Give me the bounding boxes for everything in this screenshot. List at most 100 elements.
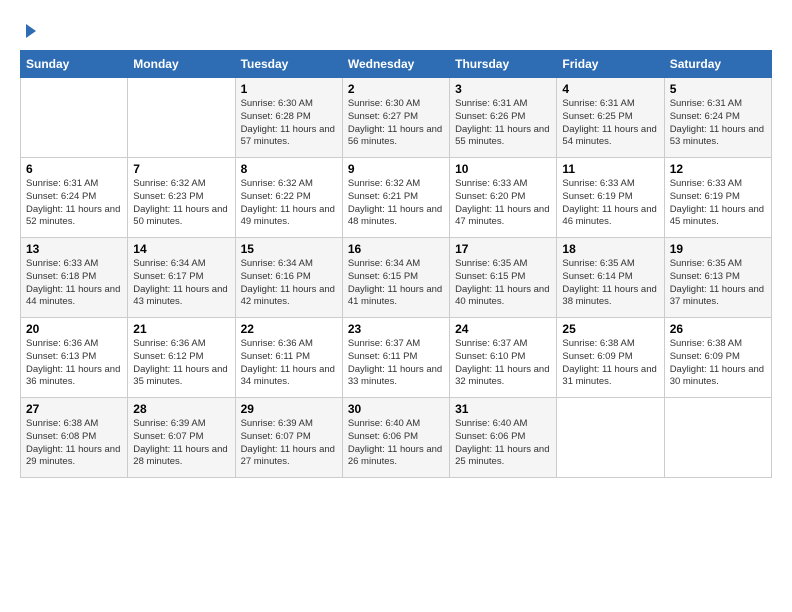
calendar-header-row: SundayMondayTuesdayWednesdayThursdayFrid…: [21, 51, 772, 78]
day-of-week-header: Wednesday: [342, 51, 449, 78]
day-number: 31: [455, 402, 551, 416]
calendar-cell: 25 Sunrise: 6:38 AMSunset: 6:09 PMDayligh…: [557, 318, 664, 398]
calendar-cell: 2 Sunrise: 6:30 AMSunset: 6:27 PMDaylight…: [342, 78, 449, 158]
calendar-cell: 24Sunrise: 6:37 AMSunset: 6:10 PMDayligh…: [450, 318, 557, 398]
day-number: 21: [133, 322, 229, 336]
day-number: 26: [670, 322, 766, 336]
calendar-week-row: 6 Sunrise: 6:31 AMSunset: 6:24 PMDaylight…: [21, 158, 772, 238]
day-of-week-header: Thursday: [450, 51, 557, 78]
day-number: 14: [133, 242, 229, 256]
calendar-cell: 18 Sunrise: 6:35 AMSunset: 6:14 PMDayligh…: [557, 238, 664, 318]
day-info: Sunrise: 6:38 AMSunset: 6:09 PMDaylight:…: [562, 338, 658, 389]
calendar-cell: 8Sunrise: 6:32 AMSunset: 6:22 PMDaylight…: [235, 158, 342, 238]
day-info: Sunrise: 6:33 AMSunset: 6:18 PMDaylight:…: [26, 258, 122, 309]
day-info: Sunrise: 6:31 AMSunset: 6:24 PMDaylight:…: [670, 98, 766, 149]
day-info: Sunrise: 6:35 AMSunset: 6:14 PMDaylight:…: [562, 258, 658, 309]
day-number: 7: [133, 162, 229, 176]
calendar-cell: 4Sunrise: 6:31 AMSunset: 6:25 PMDaylight…: [557, 78, 664, 158]
day-info: Sunrise: 6:33 AMSunset: 6:20 PMDaylight:…: [455, 178, 551, 229]
calendar-cell: 30Sunrise: 6:40 AMSunset: 6:06 PMDayligh…: [342, 398, 449, 478]
calendar-cell: 6 Sunrise: 6:31 AMSunset: 6:24 PMDaylight…: [21, 158, 128, 238]
logo: [20, 20, 40, 40]
calendar-cell: [557, 398, 664, 478]
day-number: 11: [562, 162, 658, 176]
calendar-cell: 21 Sunrise: 6:36 AMSunset: 6:12 PMDayligh…: [128, 318, 235, 398]
day-number: 6: [26, 162, 122, 176]
calendar-table: SundayMondayTuesdayWednesdayThursdayFrid…: [20, 50, 772, 478]
day-number: 16: [348, 242, 444, 256]
day-number: 23: [348, 322, 444, 336]
day-number: 9: [348, 162, 444, 176]
day-info: Sunrise: 6:30 AMSunset: 6:27 PMDaylight:…: [348, 98, 444, 149]
day-number: 13: [26, 242, 122, 256]
day-info: Sunrise: 6:30 AMSunset: 6:28 PMDaylight:…: [241, 98, 337, 149]
day-number: 5: [670, 82, 766, 96]
day-number: 22: [241, 322, 337, 336]
day-number: 15: [241, 242, 337, 256]
calendar-cell: 16 Sunrise: 6:34 AMSunset: 6:15 PMDayligh…: [342, 238, 449, 318]
day-info: Sunrise: 6:35 AMSunset: 6:15 PMDaylight:…: [455, 258, 551, 309]
day-info: Sunrise: 6:31 AMSunset: 6:26 PMDaylight:…: [455, 98, 551, 149]
calendar-cell: [664, 398, 771, 478]
day-number: 27: [26, 402, 122, 416]
day-info: Sunrise: 6:36 AMSunset: 6:13 PMDaylight:…: [26, 338, 122, 389]
day-number: 28: [133, 402, 229, 416]
calendar-cell: 28Sunrise: 6:39 AMSunset: 6:07 PMDayligh…: [128, 398, 235, 478]
calendar-week-row: 1 Sunrise: 6:30 AMSunset: 6:28 PMDaylight…: [21, 78, 772, 158]
day-info: Sunrise: 6:40 AMSunset: 6:06 PMDaylight:…: [348, 418, 444, 469]
day-number: 10: [455, 162, 551, 176]
day-number: 18: [562, 242, 658, 256]
day-info: Sunrise: 6:31 AMSunset: 6:24 PMDaylight:…: [26, 178, 122, 229]
day-info: Sunrise: 6:32 AMSunset: 6:22 PMDaylight:…: [241, 178, 337, 229]
day-number: 20: [26, 322, 122, 336]
calendar-cell: 5 Sunrise: 6:31 AMSunset: 6:24 PMDaylight…: [664, 78, 771, 158]
calendar-cell: 20 Sunrise: 6:36 AMSunset: 6:13 PMDayligh…: [21, 318, 128, 398]
day-info: Sunrise: 6:34 AMSunset: 6:16 PMDaylight:…: [241, 258, 337, 309]
day-info: Sunrise: 6:38 AMSunset: 6:09 PMDaylight:…: [670, 338, 766, 389]
day-info: Sunrise: 6:34 AMSunset: 6:15 PMDaylight:…: [348, 258, 444, 309]
calendar-cell: 13 Sunrise: 6:33 AMSunset: 6:18 PMDayligh…: [21, 238, 128, 318]
day-of-week-header: Saturday: [664, 51, 771, 78]
day-info: Sunrise: 6:40 AMSunset: 6:06 PMDaylight:…: [455, 418, 551, 469]
calendar-cell: 29 Sunrise: 6:39 AMSunset: 6:07 PMDayligh…: [235, 398, 342, 478]
calendar-cell: 22 Sunrise: 6:36 AMSunset: 6:11 PMDayligh…: [235, 318, 342, 398]
calendar-cell: 15 Sunrise: 6:34 AMSunset: 6:16 PMDayligh…: [235, 238, 342, 318]
calendar-cell: 31 Sunrise: 6:40 AMSunset: 6:06 PMDayligh…: [450, 398, 557, 478]
day-info: Sunrise: 6:32 AMSunset: 6:21 PMDaylight:…: [348, 178, 444, 229]
day-number: 2: [348, 82, 444, 96]
calendar-cell: 17 Sunrise: 6:35 AMSunset: 6:15 PMDayligh…: [450, 238, 557, 318]
calendar-cell: 7Sunrise: 6:32 AMSunset: 6:23 PMDaylight…: [128, 158, 235, 238]
day-of-week-header: Sunday: [21, 51, 128, 78]
day-info: Sunrise: 6:35 AMSunset: 6:13 PMDaylight:…: [670, 258, 766, 309]
day-number: 3: [455, 82, 551, 96]
day-info: Sunrise: 6:33 AMSunset: 6:19 PMDaylight:…: [562, 178, 658, 229]
calendar-cell: 11 Sunrise: 6:33 AMSunset: 6:19 PMDayligh…: [557, 158, 664, 238]
calendar-cell: 10 Sunrise: 6:33 AMSunset: 6:20 PMDayligh…: [450, 158, 557, 238]
calendar-cell: 19 Sunrise: 6:35 AMSunset: 6:13 PMDayligh…: [664, 238, 771, 318]
day-info: Sunrise: 6:39 AMSunset: 6:07 PMDaylight:…: [241, 418, 337, 469]
day-info: Sunrise: 6:38 AMSunset: 6:08 PMDaylight:…: [26, 418, 122, 469]
day-of-week-header: Tuesday: [235, 51, 342, 78]
calendar-week-row: 20 Sunrise: 6:36 AMSunset: 6:13 PMDayligh…: [21, 318, 772, 398]
day-info: Sunrise: 6:37 AMSunset: 6:10 PMDaylight:…: [455, 338, 551, 389]
day-of-week-header: Monday: [128, 51, 235, 78]
day-info: Sunrise: 6:34 AMSunset: 6:17 PMDaylight:…: [133, 258, 229, 309]
calendar-week-row: 27 Sunrise: 6:38 AMSunset: 6:08 PMDayligh…: [21, 398, 772, 478]
calendar-week-row: 13 Sunrise: 6:33 AMSunset: 6:18 PMDayligh…: [21, 238, 772, 318]
day-info: Sunrise: 6:36 AMSunset: 6:11 PMDaylight:…: [241, 338, 337, 389]
calendar-cell: 12Sunrise: 6:33 AMSunset: 6:19 PMDayligh…: [664, 158, 771, 238]
day-number: 17: [455, 242, 551, 256]
calendar-cell: 1 Sunrise: 6:30 AMSunset: 6:28 PMDaylight…: [235, 78, 342, 158]
day-number: 19: [670, 242, 766, 256]
calendar-cell: [128, 78, 235, 158]
calendar-cell: 14 Sunrise: 6:34 AMSunset: 6:17 PMDayligh…: [128, 238, 235, 318]
day-number: 12: [670, 162, 766, 176]
day-number: 29: [241, 402, 337, 416]
day-info: Sunrise: 6:36 AMSunset: 6:12 PMDaylight:…: [133, 338, 229, 389]
calendar-cell: 27 Sunrise: 6:38 AMSunset: 6:08 PMDayligh…: [21, 398, 128, 478]
logo-arrow-icon: [22, 22, 40, 40]
calendar-cell: [21, 78, 128, 158]
day-number: 25: [562, 322, 658, 336]
day-number: 1: [241, 82, 337, 96]
header: [20, 20, 772, 40]
